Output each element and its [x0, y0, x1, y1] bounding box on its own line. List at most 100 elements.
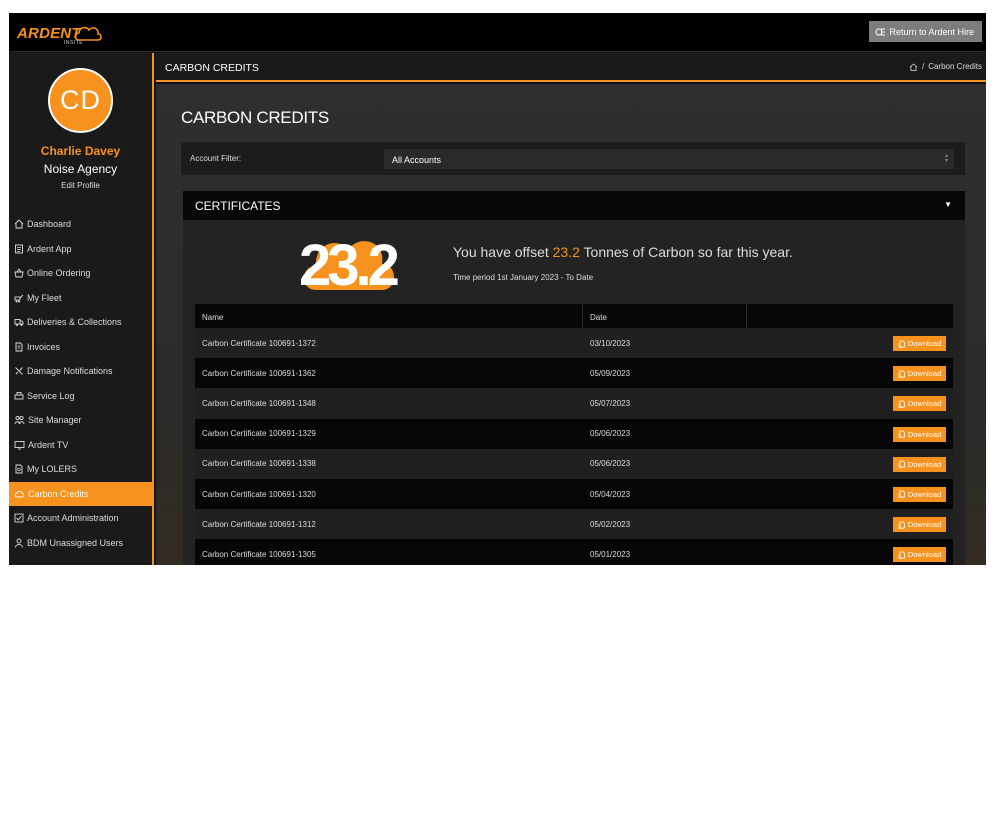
certificate-date: 05/01/2023: [590, 549, 631, 559]
download-label: Download: [907, 489, 942, 499]
offset-summary: You have offset 23.2 Tonnes of Carbon so…: [453, 244, 793, 260]
sidebar-item-my-lolers[interactable]: My LOLERS: [9, 457, 152, 482]
sidebar-item-label: My LOLERS: [27, 464, 78, 475]
return-icon: [875, 28, 886, 35]
download-file-icon: [898, 521, 905, 529]
breadcrumb-current: Carbon Credits: [928, 62, 982, 71]
offset-value: 23.2: [552, 244, 580, 260]
sidebar-item-deliveries[interactable]: Deliveries & Collections: [9, 310, 152, 335]
certificate-name: Carbon Certificate 100691-1312: [202, 519, 316, 529]
user-name: Charlie Davey: [40, 144, 121, 158]
column-header-name[interactable]: Name: [195, 304, 583, 328]
download-file-icon: [898, 340, 905, 348]
sidebar-item-damage-notifications[interactable]: Damage Notifications: [9, 359, 152, 384]
header-title: CARBON CREDITS: [165, 62, 259, 74]
printer-icon: [14, 391, 24, 400]
content-header: CARBON CREDITS / Carbon Credits: [156, 53, 986, 82]
download-file-icon: [898, 460, 905, 469]
checkbox-icon: [14, 513, 24, 523]
monitor-icon: [14, 440, 25, 450]
certificate-name: Carbon Certificate 100691-1372: [202, 338, 316, 348]
certificate-date: 05/04/2023: [590, 489, 631, 499]
sidebar-item-label: Ardent App: [27, 243, 72, 254]
sidebar-item-account-administration[interactable]: Account Administration: [9, 506, 152, 531]
table-row: Carbon Certificate 100691-1348 05/07/2023…: [195, 388, 953, 419]
download-button[interactable]: Download: [893, 336, 946, 351]
sidebar-item-label: My Fleet: [27, 292, 62, 303]
download-button[interactable]: Download: [893, 517, 946, 533]
home-icon[interactable]: [909, 62, 918, 71]
certificates-panel: CERTIFICATES ▼ 23.2 You have offset 23.2…: [183, 191, 965, 565]
offset-suffix: Tonnes of Carbon so far this year.: [579, 244, 793, 260]
ardent-logo[interactable]: ARDENT INSITE: [17, 22, 102, 46]
certificate-date: 05/02/2023: [590, 519, 631, 529]
logo-sub: INSITE: [64, 40, 84, 46]
certificate-date: 05/06/2023: [590, 429, 631, 439]
sidebar-item-label: Account Administration: [27, 513, 119, 524]
certificate-date: 03/10/2023: [590, 338, 631, 348]
certificate-name: Carbon Certificate 100691-1329: [202, 429, 316, 439]
sidebar-item-ardent-tv[interactable]: Ardent TV: [9, 433, 152, 458]
account-filter-select[interactable]: All Accounts ▴ ▾: [384, 149, 954, 169]
download-label: Download: [907, 339, 942, 348]
certificate-name: Carbon Certificate 100691-1348: [202, 398, 316, 408]
avatar[interactable]: CD: [48, 68, 113, 133]
sidebar-item-site-manager[interactable]: Site Manager: [9, 408, 152, 433]
user-organisation: Noise Agency: [43, 162, 118, 176]
sidebar-item-invoices[interactable]: Invoices: [9, 335, 152, 360]
sidebar-item-label: Carbon Credits: [28, 488, 89, 499]
column-header-actions: [747, 304, 953, 328]
download-file-icon: [898, 491, 905, 499]
app-window: ARDENT INSITE Return to Ardent Hire CD C…: [9, 13, 986, 565]
sidebar-item-carbon-credits[interactable]: Carbon Credits: [9, 481, 152, 506]
sidebar-item-label: Deliveries & Collections: [27, 317, 122, 328]
download-button[interactable]: Download: [893, 426, 946, 442]
download-label: Download: [907, 550, 942, 560]
download-file-icon: [898, 551, 905, 559]
sidebar-item-label: Online Ordering: [27, 268, 91, 279]
user-icon: [15, 538, 23, 548]
return-button-label: Return to Ardent Hire: [889, 26, 974, 37]
collapse-caret-icon[interactable]: ▼: [944, 200, 952, 209]
account-filter-bar: Account Filter: All Accounts ▴ ▾: [181, 142, 965, 175]
account-filter-label: Account Filter:: [190, 154, 242, 163]
download-button[interactable]: Download: [893, 366, 946, 382]
carbon-total-number: 23.2: [299, 233, 400, 298]
sidebar-item-online-ordering[interactable]: Online Ordering: [9, 261, 152, 286]
sidebar-item-label: Invoices: [27, 341, 61, 352]
download-file-icon: [898, 430, 905, 438]
sidebar-item-label: BDM Unassigned Users: [27, 537, 124, 548]
table-row: Carbon Certificate 100691-1312 05/02/2023…: [195, 509, 953, 540]
sidebar-item-service-log[interactable]: Service Log: [9, 384, 152, 409]
download-button[interactable]: Download: [893, 396, 946, 412]
sidebar-item-my-fleet[interactable]: My Fleet: [9, 286, 152, 311]
page-title: CARBON CREDITS: [181, 108, 329, 127]
table-row: Carbon Certificate 100691-1305 05/01/2023…: [195, 539, 953, 565]
select-caret-icon: ▴ ▾: [944, 153, 948, 164]
table-row: Carbon Certificate 100691-1372 03/10/2023…: [195, 328, 953, 359]
download-file-icon: [898, 400, 905, 408]
sidebar-item-label: Site Manager: [28, 415, 82, 426]
sidebar-item-ardent-app[interactable]: Ardent App: [9, 237, 152, 262]
table-body: Carbon Certificate 100691-1372 03/10/2023…: [195, 328, 953, 565]
people-icon: [14, 416, 25, 425]
sidebar-item-label: Damage Notifications: [27, 366, 113, 377]
download-label: Download: [907, 369, 942, 379]
file-icon: [15, 464, 23, 474]
certificates-header[interactable]: CERTIFICATES ▼: [183, 191, 965, 220]
sidebar-item-bdm-unassigned-users[interactable]: BDM Unassigned Users: [9, 531, 152, 556]
sidebar-nav: Dashboard Ardent App Online Ordering My …: [9, 212, 152, 555]
certificate-date: 05/07/2023: [590, 398, 631, 408]
sidebar: CD Charlie Davey Noise Agency Edit Profi…: [9, 53, 154, 565]
download-button[interactable]: Download: [893, 456, 946, 472]
sidebar-item-dashboard[interactable]: Dashboard: [9, 212, 152, 237]
return-to-hire-button[interactable]: Return to Ardent Hire: [869, 21, 982, 42]
certificates-table: Name Date Carbon Certificate 100691-1372…: [195, 304, 953, 565]
certificate-name: Carbon Certificate 100691-1362: [202, 368, 316, 378]
column-header-date[interactable]: Date: [583, 304, 747, 328]
table-header: Name Date: [195, 304, 953, 328]
edit-profile-link[interactable]: Edit Profile: [9, 181, 152, 190]
table-row: Carbon Certificate 100691-1329 05/06/2023…: [195, 418, 953, 449]
download-button[interactable]: Download: [893, 547, 946, 563]
download-button[interactable]: Download: [893, 486, 946, 502]
